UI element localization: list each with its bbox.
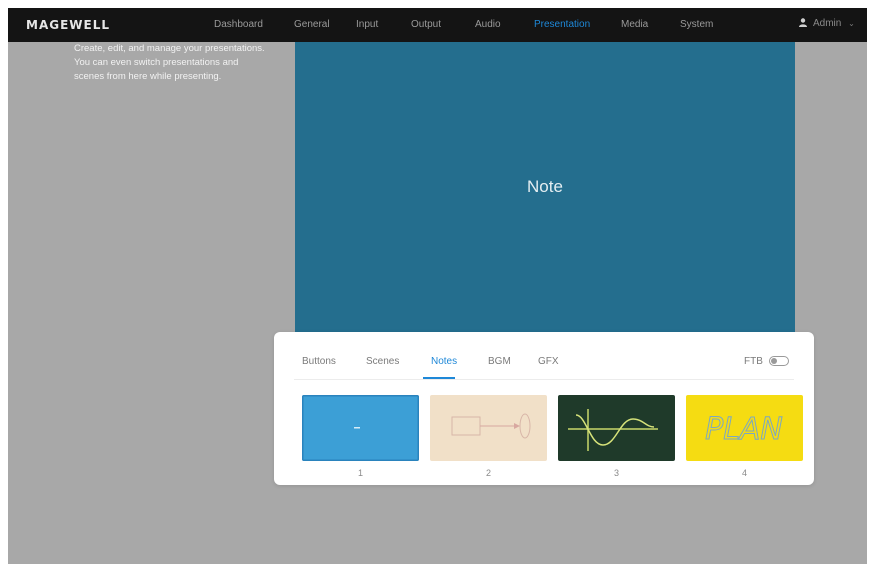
blue-note-thumbnail — [302, 395, 419, 461]
tab-scenes[interactable]: Scenes — [366, 356, 399, 367]
active-tab-indicator — [423, 377, 455, 379]
chevron-down-icon: ⌄ — [848, 19, 855, 28]
sketch-diagram-thumbnail — [430, 395, 547, 461]
preview-label: Note — [527, 177, 563, 196]
nav-item-output[interactable]: Output — [411, 19, 441, 30]
note-number-2: 2 — [485, 468, 491, 478]
tab-gfx[interactable]: GFX — [538, 356, 559, 367]
ftb-label: FTB — [744, 356, 763, 367]
top-navigation-bar: MAGEWELL Dashboard General Input Output … — [8, 8, 867, 42]
toggle-knob — [771, 358, 777, 364]
note-thumbnail-2[interactable] — [430, 395, 547, 461]
user-icon — [799, 18, 807, 27]
plan-text: PLAN — [705, 412, 783, 447]
tab-notes[interactable]: Notes — [431, 356, 457, 367]
nav-item-presentation[interactable]: Presentation — [534, 19, 590, 30]
note-number-1: 1 — [357, 468, 363, 478]
page-description: Create, edit, and manage your presentati… — [74, 43, 265, 82]
app-frame: MAGEWELL Dashboard General Input Output … — [8, 8, 867, 564]
presentation-control-panel: Buttons Scenes Notes BGM GFX FTB 1 2 3 P… — [274, 332, 814, 485]
plan-text-thumbnail: PLAN — [686, 395, 803, 461]
panel-tabs: Buttons Scenes Notes BGM GFX — [274, 356, 814, 380]
nav-item-system[interactable]: System — [680, 19, 713, 30]
nav-item-general[interactable]: General — [294, 19, 330, 30]
nav-item-media[interactable]: Media — [621, 19, 648, 30]
note-number-3: 3 — [613, 468, 619, 478]
user-menu[interactable]: Admin ⌄ — [799, 18, 855, 29]
nav-item-dashboard[interactable]: Dashboard — [214, 19, 263, 30]
tab-bgm[interactable]: BGM — [488, 356, 511, 367]
nav-item-audio[interactable]: Audio — [475, 19, 501, 30]
note-thumbnail-1[interactable] — [302, 395, 419, 461]
tab-divider — [294, 379, 794, 380]
user-name: Admin — [813, 18, 842, 29]
tab-buttons[interactable]: Buttons — [302, 356, 336, 367]
chalkboard-wave-thumbnail — [558, 395, 675, 461]
ftb-toggle[interactable] — [769, 356, 789, 366]
nav-item-input[interactable]: Input — [356, 19, 378, 30]
note-preview: Note — [295, 42, 795, 332]
note-number-4: 4 — [741, 468, 747, 478]
magewell-logo: MAGEWELL — [26, 18, 111, 32]
note-thumbnail-4[interactable]: PLAN — [686, 395, 803, 461]
note-thumbnail-3[interactable] — [558, 395, 675, 461]
